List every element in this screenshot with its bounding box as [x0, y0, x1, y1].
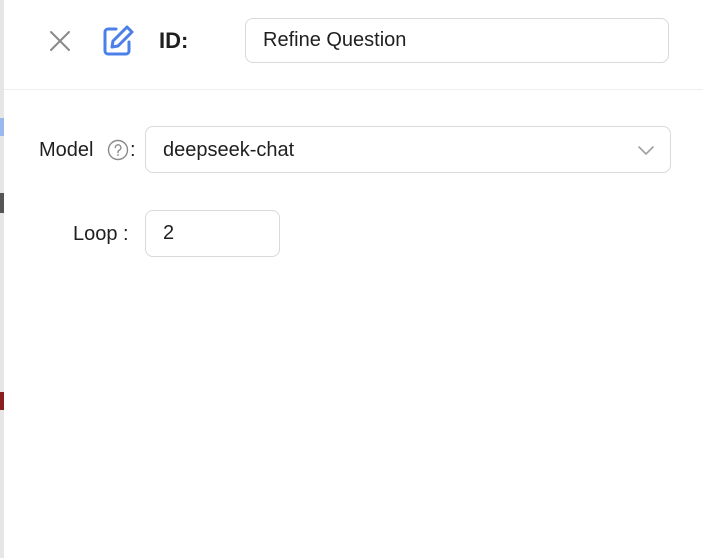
model-label-colon: :: [130, 139, 136, 161]
chevron-down-icon: [638, 146, 654, 155]
model-select-value: deepseek-chat: [163, 139, 295, 161]
edit-icon[interactable]: [99, 23, 135, 59]
close-icon[interactable]: [48, 29, 72, 53]
loop-input[interactable]: [145, 210, 280, 257]
id-label: ID:: [159, 28, 189, 53]
node-title-input[interactable]: [245, 18, 669, 63]
node-settings-drawer: ID: Model : deepseek-chat Loop :: [4, 0, 703, 558]
model-label: Model: [39, 139, 94, 161]
question-circle-icon[interactable]: [107, 139, 129, 161]
loop-label: Loop :: [73, 223, 129, 245]
model-select[interactable]: deepseek-chat: [145, 126, 671, 173]
drawer-header: ID:: [4, 0, 703, 90]
